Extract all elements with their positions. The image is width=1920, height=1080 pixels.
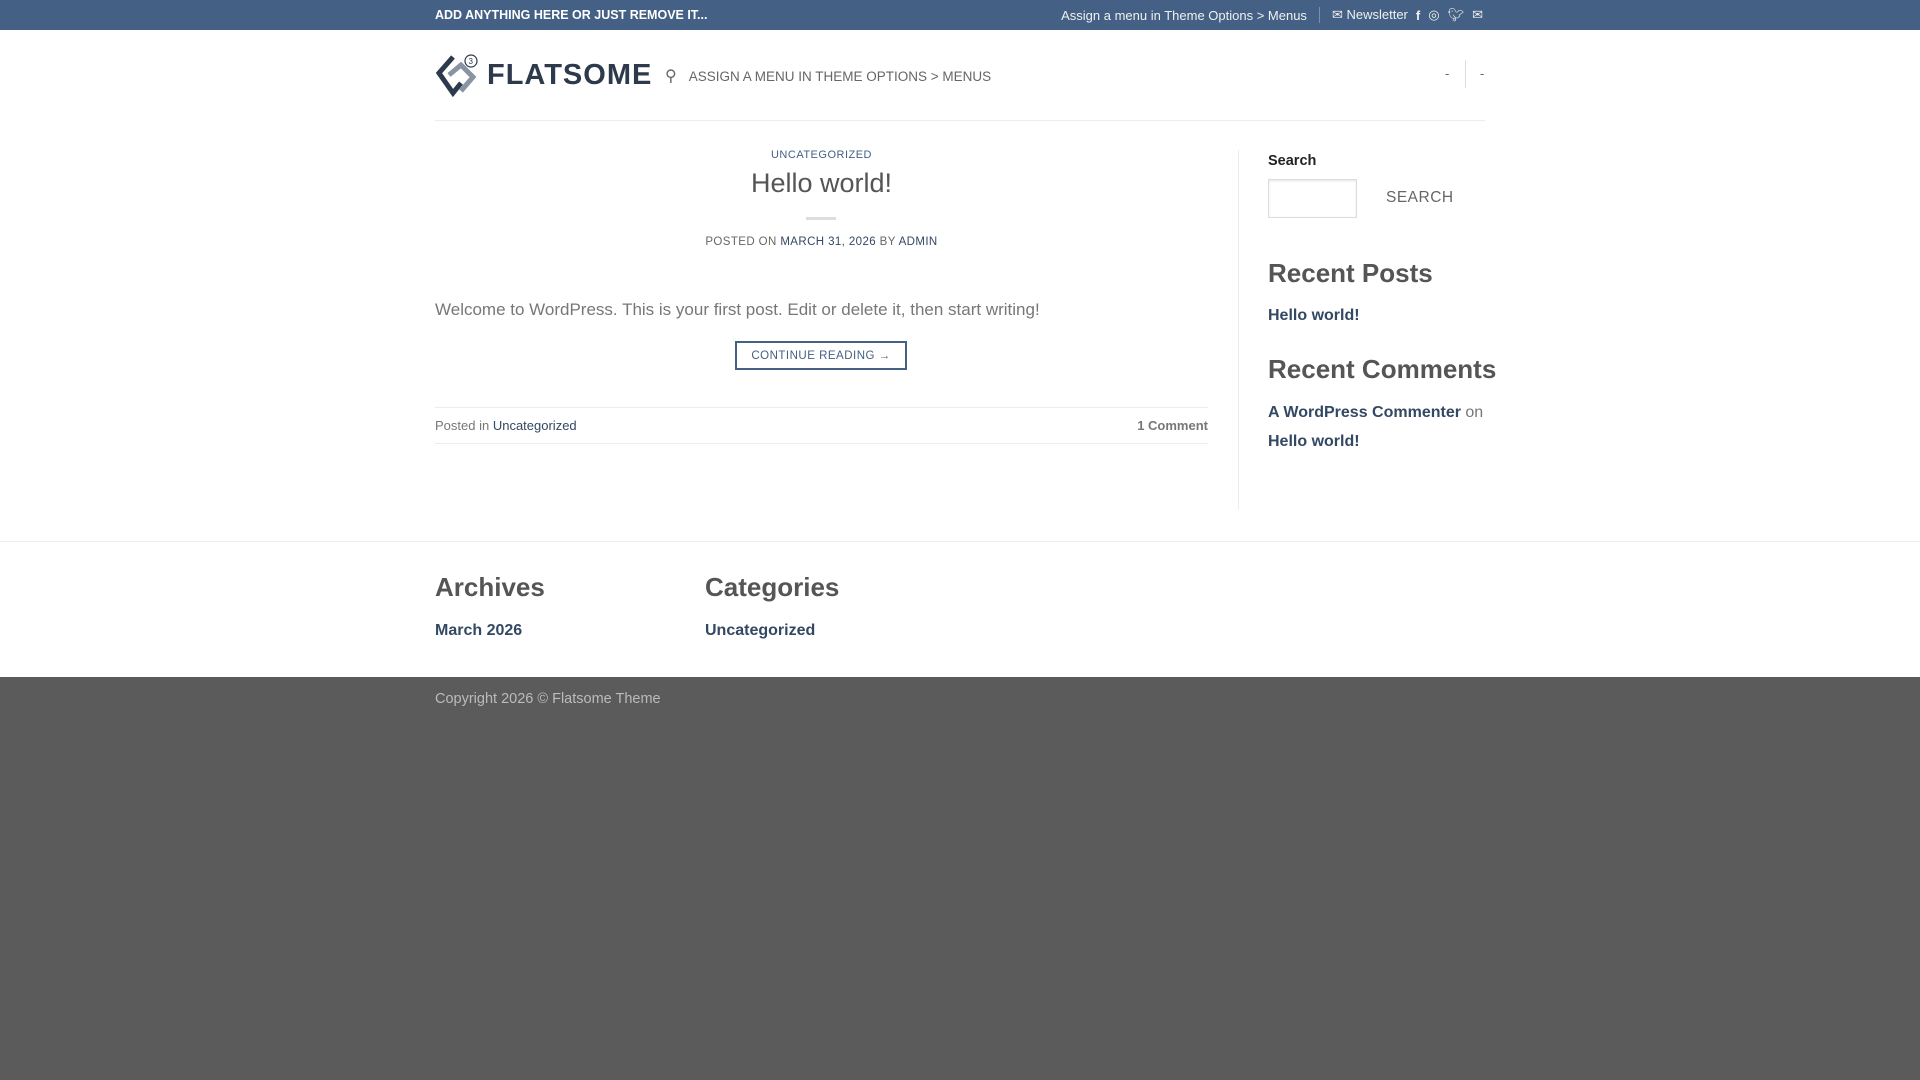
by-label: BY: [879, 236, 896, 248]
top-bar: ADD ANYTHING HERE OR JUST REMOVE IT... A…: [0, 0, 1920, 30]
copyright: Copyright 2026 © Flatsome Theme: [435, 691, 661, 707]
post-excerpt: Welcome to WordPress. This is your first…: [435, 300, 1040, 319]
category-link[interactable]: Uncategorized: [705, 622, 815, 640]
header-item[interactable]: -: [1445, 66, 1449, 81]
post-title[interactable]: Hello world!: [435, 168, 1208, 199]
site-logo[interactable]: 3 FLATSOME: [435, 53, 652, 97]
recent-post-link[interactable]: Hello world!: [1268, 307, 1360, 325]
top-bar-text: ADD ANYTHING HERE OR JUST REMOVE IT...: [435, 8, 708, 22]
search-input[interactable]: [1268, 179, 1357, 218]
facebook-icon[interactable]: f: [1416, 8, 1420, 23]
top-menu-note[interactable]: Assign a menu in Theme Options > Menus: [1061, 8, 1307, 23]
divider: [435, 443, 1208, 444]
posted-in-category[interactable]: Uncategorized: [493, 418, 577, 433]
categories-title: Categories: [705, 572, 840, 602]
search-icon[interactable]: ⚲: [665, 66, 677, 86]
continue-reading-button[interactable]: CONTINUE READING →: [735, 341, 907, 370]
archives-title: Archives: [435, 572, 545, 602]
instagram-icon[interactable]: ◎: [1428, 7, 1439, 23]
search-label: Search: [1268, 153, 1317, 169]
divider: [1465, 60, 1466, 88]
comment-post-link[interactable]: Hello world!: [1268, 433, 1360, 451]
header-divider: [435, 120, 1485, 121]
posted-in-label: Posted in: [435, 418, 490, 433]
recent-comments-title: Recent Comments: [1268, 354, 1497, 384]
post-date[interactable]: MARCH 31, 2026: [780, 236, 876, 248]
logo-text: FLATSOME: [487, 58, 653, 91]
twitter-icon[interactable]: 🐦︎: [1448, 7, 1465, 23]
absolute-footer: [0, 677, 1920, 1080]
comment-author-link[interactable]: A WordPress Commenter: [1268, 404, 1461, 421]
post-author[interactable]: ADMIN: [899, 236, 938, 248]
main-nav: ⚲ ASSIGN A MENU IN THEME OPTIONS > MENUS: [665, 66, 991, 86]
svg-text:3: 3: [469, 57, 474, 66]
search-button[interactable]: SEARCH: [1386, 189, 1454, 207]
posted-in: Posted in Uncategorized: [435, 418, 577, 433]
archive-link[interactable]: March 2026: [435, 622, 522, 640]
title-divider: [806, 217, 836, 220]
separator: [1318, 7, 1320, 23]
post-category[interactable]: UNCATEGORIZED: [435, 149, 1208, 161]
envelope-icon: ✉: [1331, 7, 1343, 22]
top-bar-right: Assign a menu in Theme Options > Menus ✉…: [1061, 7, 1483, 23]
footer-divider: [0, 541, 1920, 542]
nav-note[interactable]: ASSIGN A MENU IN THEME OPTIONS > MENUS: [689, 69, 991, 84]
post-meta: POSTED ON MARCH 31, 2026 BY ADMIN: [435, 236, 1208, 248]
sidebar-divider: [1238, 150, 1239, 510]
email-icon[interactable]: ✉: [1472, 7, 1483, 23]
header-item[interactable]: -: [1480, 66, 1484, 81]
logo-icon: 3: [435, 54, 478, 97]
comments-link[interactable]: 1 Comment: [1137, 418, 1208, 433]
recent-posts-title: Recent Posts: [1268, 258, 1433, 288]
posted-on-label: POSTED ON: [705, 236, 777, 248]
newsletter-label: Newsletter: [1346, 7, 1408, 22]
recent-comment: A WordPress Commenter on: [1268, 404, 1483, 422]
comment-on: on: [1465, 404, 1484, 421]
newsletter-link[interactable]: ✉ Newsletter: [1332, 7, 1408, 23]
divider: [435, 407, 1208, 408]
